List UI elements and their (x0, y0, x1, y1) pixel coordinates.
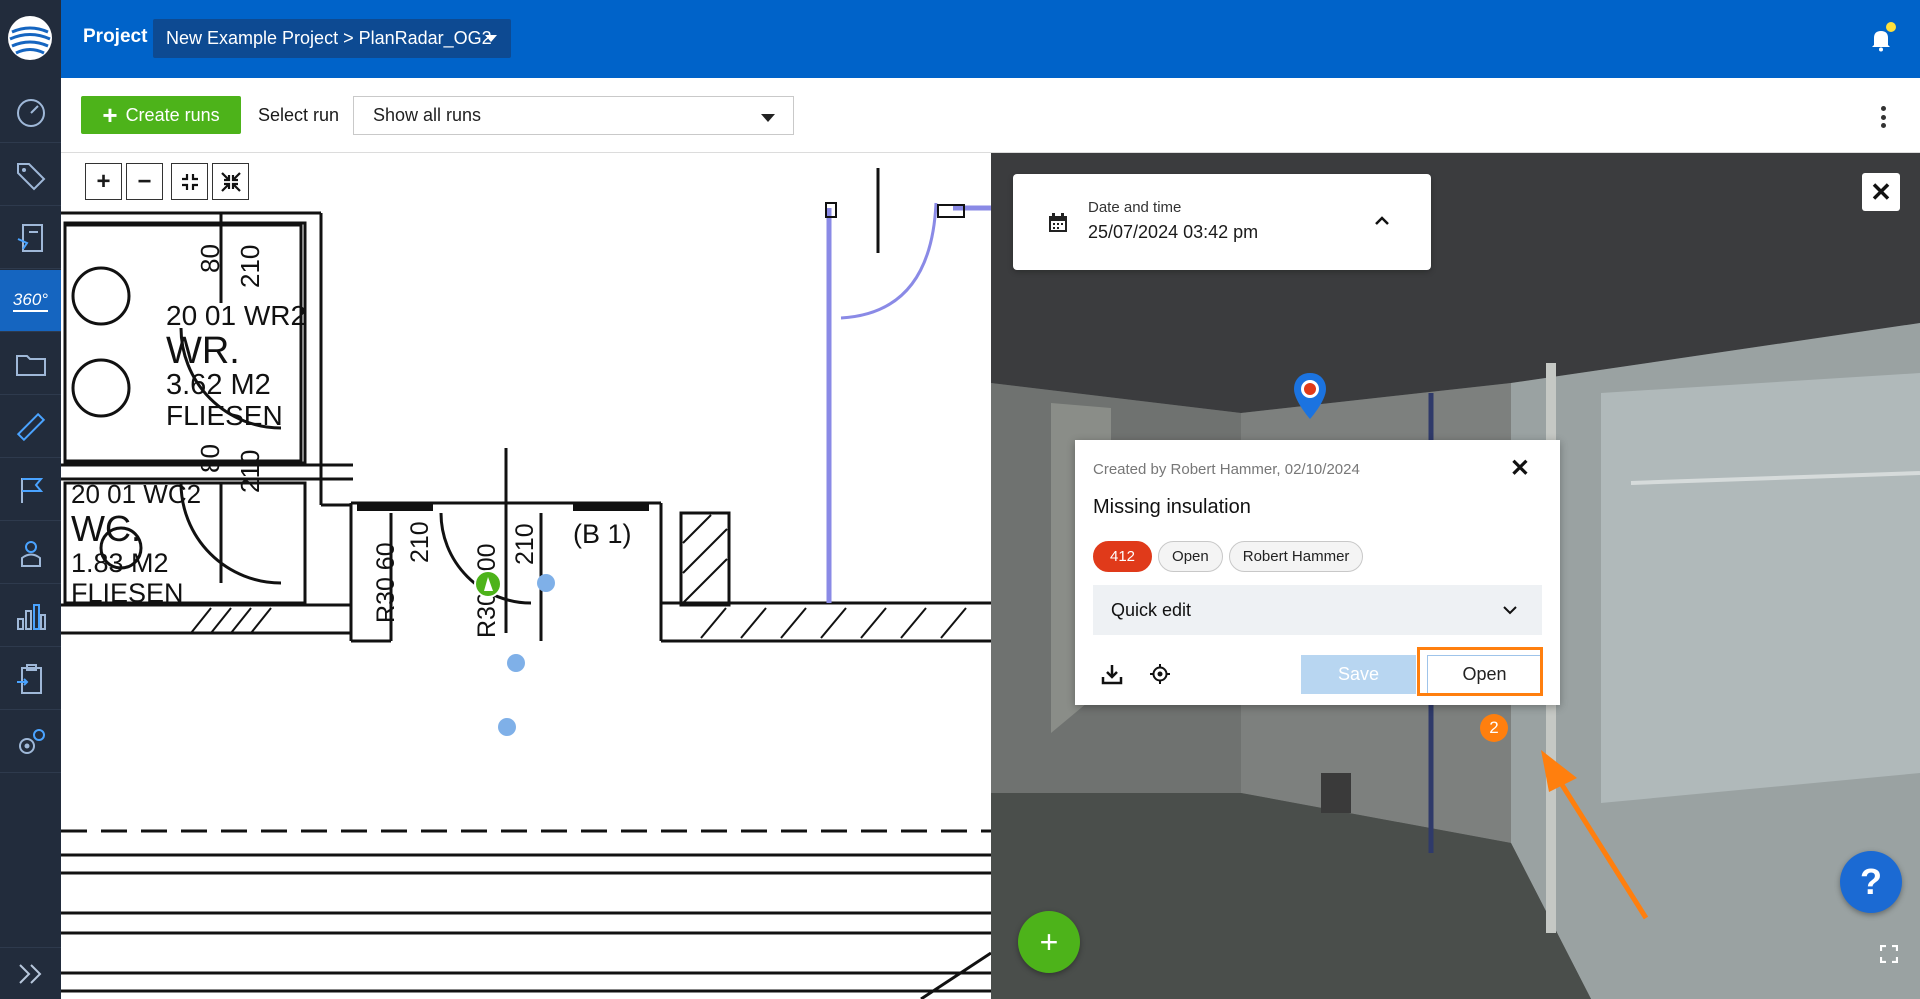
clipboard-icon (16, 663, 42, 694)
plan-text: 20 01 WC2 (71, 479, 201, 509)
fullscreen-icon[interactable] (1880, 945, 1898, 963)
zoom-in-button[interactable]: + (85, 163, 122, 200)
create-runs-button[interactable]: + Create runs (81, 96, 241, 134)
sidebar-item-plans[interactable] (0, 396, 61, 458)
run-select-value: Show all runs (373, 105, 482, 125)
ticket-tags: 412 Open Robert Hammer (1093, 541, 1364, 572)
top-bar: Project New Example Project > PlanRadar_… (61, 0, 1920, 78)
statistics-icon (16, 603, 46, 630)
plan-text: (B 1) (573, 519, 632, 549)
sidebar-item-dashboard[interactable] (0, 81, 61, 143)
plan-text: 20 01 WR2 (166, 300, 306, 331)
sidebar-item-users[interactable] (0, 522, 61, 584)
ticket-assignee-badge: Robert Hammer (1228, 541, 1364, 572)
locate-icon[interactable] (1149, 663, 1171, 685)
ruler-icon (16, 412, 45, 441)
plus-icon: + (96, 167, 111, 195)
annotation-highlight-box (1417, 647, 1543, 696)
download-icon[interactable] (1101, 663, 1123, 685)
double-chevron-right-icon (18, 963, 41, 984)
panorama-viewer[interactable]: Date and time 25/07/2024 03:42 pm ✕ Crea… (991, 153, 1920, 999)
plus-icon: + (102, 100, 118, 130)
sidebar-item-reports[interactable] (0, 207, 61, 269)
ticket-status-badge: Open (1158, 541, 1223, 572)
sidebar-expand-button[interactable] (0, 947, 61, 999)
select-run-label: Select run (258, 105, 340, 125)
plan-text: 210 (235, 245, 265, 288)
add-ticket-button[interactable]: + (1018, 911, 1080, 973)
date-label: Date and time (1088, 199, 1182, 216)
user-icon (20, 540, 41, 567)
chevron-up-icon[interactable] (1373, 212, 1391, 230)
project-label: Project (83, 26, 148, 47)
plan-text: R30 60 (372, 542, 400, 623)
sidebar-item-documents[interactable] (0, 333, 61, 395)
ticket-created-info: Created by Robert Hammer, 02/10/2024 (1093, 461, 1360, 478)
annotation-arrow-icon (1541, 750, 1649, 920)
shrink-arrows-icon (220, 171, 241, 192)
ticket-id-badge: 412 (1093, 541, 1153, 572)
capture-point-markers (474, 570, 555, 736)
plan-text: 210 (406, 521, 434, 563)
fit-to-screen-button[interactable] (171, 163, 208, 200)
run-select[interactable]: Show all runs (353, 96, 794, 135)
plan-zoom-controls: + − (85, 163, 249, 200)
tag-icon (16, 162, 45, 190)
sidebar-item-360[interactable]: 360° (0, 270, 61, 332)
save-button[interactable]: Save (1301, 655, 1416, 694)
dashboard-icon (16, 98, 45, 127)
floor-plan-drawing: 80 210 20 01 WR2 WR. 3.62 M2 FLIESEN 80 … (61, 168, 991, 999)
plus-icon: + (1039, 923, 1059, 960)
plan-text: 80 (195, 444, 225, 473)
fullscreen-plan-button[interactable] (212, 163, 249, 200)
date-time-card[interactable]: Date and time 25/07/2024 03:42 pm (1013, 174, 1431, 270)
reports-icon (17, 223, 43, 252)
plan-text: 210 (511, 523, 539, 565)
caret-down-icon (485, 35, 497, 42)
run-toolbar: + Create runs Select run Show all runs (61, 78, 1920, 153)
flag-icon (20, 477, 43, 503)
project-selector-value: New Example Project > PlanRadar_OG2 (166, 28, 492, 48)
plan-text: 210 (235, 450, 265, 493)
ticket-title: Missing insulation (1093, 496, 1251, 518)
sidebar-item-tickets[interactable] (0, 144, 61, 206)
ticket-location-pin-icon[interactable] (1292, 371, 1328, 421)
calendar-icon (1049, 213, 1067, 232)
zoom-out-button[interactable]: − (126, 163, 163, 200)
help-button[interactable]: ? (1840, 851, 1902, 913)
project-selector[interactable]: New Example Project > PlanRadar_OG2 (153, 19, 511, 58)
collapse-icon (181, 173, 198, 190)
create-runs-label: Create runs (125, 104, 220, 125)
sidebar-item-forms[interactable] (0, 648, 61, 710)
floor-plan-viewer[interactable]: 80 210 20 01 WR2 WR. 3.62 M2 FLIESEN 80 … (61, 153, 991, 999)
plan-text: 1.83 M2 (71, 548, 169, 578)
sidebar-item-settings[interactable] (0, 711, 61, 773)
360-icon: 360° (12, 290, 49, 312)
more-options-icon[interactable] (1880, 106, 1886, 128)
plan-text: WR. (166, 330, 240, 372)
plan-text: 80 (195, 244, 225, 273)
plan-text: WC. (71, 508, 141, 549)
date-value: 25/07/2024 03:42 pm (1088, 222, 1259, 242)
close-icon: ✕ (1870, 176, 1892, 207)
folder-icon (15, 354, 46, 376)
close-panorama-button[interactable]: ✕ (1862, 173, 1900, 211)
left-sidebar: 360° (0, 0, 61, 999)
planradar-logo[interactable] (6, 14, 54, 62)
quick-edit-label: Quick edit (1111, 599, 1192, 620)
plan-text: 3.62 M2 (166, 369, 271, 401)
sidebar-item-statistics[interactable] (0, 585, 61, 647)
plan-text: FLIESEN (166, 400, 283, 431)
sidebar-item-milestones[interactable] (0, 459, 61, 521)
chevron-down-icon (1503, 606, 1517, 615)
minus-icon: − (137, 167, 152, 195)
caret-down-icon (761, 114, 775, 122)
plan-text: FLIESEN (71, 578, 184, 608)
quick-edit-dropdown[interactable]: Quick edit (1093, 585, 1542, 635)
settings-icon (18, 728, 45, 754)
close-ticket-icon[interactable]: ✕ (1510, 457, 1530, 481)
notification-dot (1886, 22, 1896, 32)
